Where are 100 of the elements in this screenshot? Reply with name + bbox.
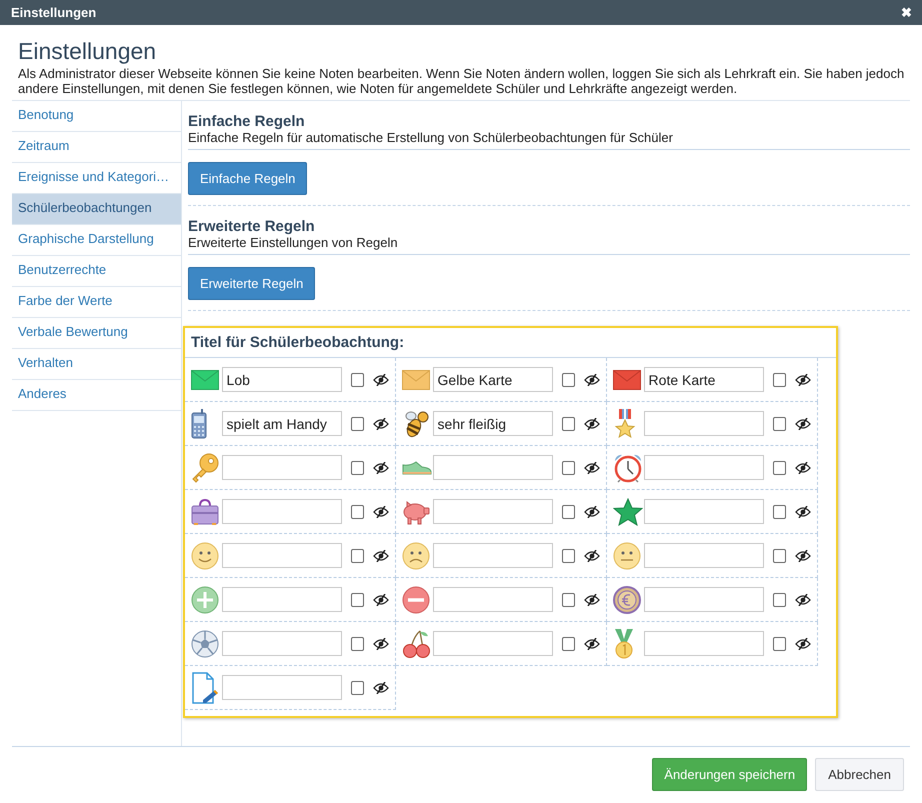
title-field[interactable]	[222, 675, 342, 700]
checkbox[interactable]	[772, 416, 786, 430]
title-field[interactable]	[644, 587, 764, 612]
section-title: Einfache Regeln	[188, 113, 306, 130]
title-field[interactable]: Gelbe Karte	[432, 367, 553, 392]
bag-icon	[191, 498, 219, 526]
star-icon	[613, 498, 643, 526]
checkbox[interactable]	[562, 372, 575, 386]
checkbox[interactable]	[772, 636, 786, 650]
title-field[interactable]	[432, 543, 553, 568]
phone-icon	[191, 408, 207, 438]
alarm-clock-icon	[613, 452, 643, 482]
title-field[interactable]	[222, 455, 342, 480]
hidden-eye-icon[interactable]	[584, 550, 600, 562]
sidebar-item[interactable]: Verbale Bewertung	[12, 318, 181, 349]
checkbox[interactable]	[562, 548, 575, 562]
checkbox[interactable]	[350, 504, 364, 518]
checkbox[interactable]	[772, 372, 786, 386]
sidebar-item[interactable]: Farbe der Werte	[12, 287, 181, 318]
pig-icon	[402, 498, 430, 524]
checkbox[interactable]	[772, 460, 786, 474]
sidebar-item[interactable]: Benutzerrechte	[12, 256, 181, 287]
window-title: Einstellungen	[11, 5, 96, 20]
checkbox[interactable]	[562, 636, 575, 650]
hidden-eye-icon[interactable]	[584, 506, 600, 518]
hidden-eye-icon[interactable]	[373, 550, 389, 562]
sidebar-item[interactable]: Graphische Darstellung	[12, 225, 181, 256]
title-field[interactable]	[644, 455, 764, 480]
plus-icon	[191, 586, 219, 614]
hidden-eye-icon[interactable]	[373, 374, 389, 386]
sidebar-item[interactable]: Schülerbeobachtungen	[12, 194, 181, 225]
medal-icon	[613, 628, 635, 658]
title-field[interactable]	[432, 499, 553, 524]
title-field[interactable]	[644, 631, 764, 656]
checkbox[interactable]	[562, 460, 575, 474]
hidden-eye-icon[interactable]	[373, 506, 389, 518]
hidden-eye-icon[interactable]	[373, 418, 389, 430]
hidden-eye-icon[interactable]	[795, 374, 811, 386]
checkbox[interactable]	[562, 504, 575, 518]
document-icon	[191, 672, 219, 704]
hidden-eye-icon[interactable]	[584, 462, 600, 474]
checkbox[interactable]	[562, 416, 575, 430]
smiley-icon	[191, 542, 219, 570]
checkbox[interactable]	[350, 680, 364, 694]
checkbox[interactable]	[350, 416, 364, 430]
hidden-eye-icon[interactable]	[795, 462, 811, 474]
hidden-eye-icon[interactable]	[795, 550, 811, 562]
title-field[interactable]	[644, 411, 764, 436]
hidden-eye-icon[interactable]	[373, 462, 389, 474]
checkbox[interactable]	[772, 592, 786, 606]
checkbox[interactable]	[350, 636, 364, 650]
title-field[interactable]: Lob	[222, 367, 342, 392]
hidden-eye-icon[interactable]	[795, 638, 811, 650]
page-title: Einstellungen	[18, 38, 158, 65]
hidden-eye-icon[interactable]	[795, 418, 811, 430]
envelope-icon	[402, 370, 430, 390]
title-field[interactable]	[432, 587, 553, 612]
title-field[interactable]	[644, 499, 764, 524]
checkbox[interactable]	[350, 548, 364, 562]
section-title: Erweiterte Regeln	[188, 218, 316, 235]
description-text: Als Administrator dieser Webseite können Sie keine Noten bearbeiten. Wenn Sie Noten ändern wollen, loggen Sie sich als Lehrkraft ein. Sie haben jedoch andere Einstellungen, mit denen Sie festlegen können, wie Noten für angemeldete Schüler und Lehrkräfte angezeigt werden.	[18, 66, 906, 96]
cancel-button[interactable]: Abbrechen	[815, 758, 904, 791]
checkbox[interactable]	[350, 592, 364, 606]
rules-button[interactable]: Einfache Regeln	[188, 162, 308, 195]
sidebar-item[interactable]: Verhalten	[12, 349, 181, 380]
save-button[interactable]: Änderungen speichern	[652, 758, 808, 791]
title-field[interactable]	[222, 631, 342, 656]
title-field[interactable]: spielt am Handy	[222, 411, 342, 436]
sidebar-item[interactable]: Benotung	[12, 101, 181, 132]
sidebar-item[interactable]: Zeitraum	[12, 132, 181, 163]
checkbox[interactable]	[350, 372, 364, 386]
rules-button[interactable]: Erweiterte Regeln	[188, 267, 316, 300]
title-field[interactable]	[222, 543, 342, 568]
title-field[interactable]: sehr fleißig	[432, 411, 553, 436]
hidden-eye-icon[interactable]	[795, 594, 811, 606]
panel-title: Titel für Schülerbeobachtung:	[185, 328, 836, 358]
hidden-eye-icon[interactable]	[584, 594, 600, 606]
envelope-icon	[191, 370, 219, 390]
checkbox[interactable]	[772, 548, 786, 562]
envelope-icon	[613, 370, 641, 390]
key-icon	[191, 452, 219, 482]
hidden-eye-icon[interactable]	[584, 418, 600, 430]
hidden-eye-icon[interactable]	[795, 506, 811, 518]
hidden-eye-icon[interactable]	[584, 638, 600, 650]
hidden-eye-icon[interactable]	[373, 594, 389, 606]
hidden-eye-icon[interactable]	[373, 638, 389, 650]
title-field[interactable]: Rote Karte	[644, 367, 764, 392]
close-button[interactable]: ✖	[901, 5, 912, 20]
hidden-eye-icon[interactable]	[373, 682, 389, 694]
coin-icon	[613, 586, 641, 614]
checkbox[interactable]	[350, 460, 364, 474]
hidden-eye-icon[interactable]	[584, 374, 600, 386]
title-field[interactable]	[644, 543, 764, 568]
sidebar-item[interactable]: Anderes	[12, 380, 181, 411]
title-field[interactable]	[222, 587, 342, 612]
checkbox[interactable]	[772, 504, 786, 518]
title-field[interactable]	[432, 631, 553, 656]
checkbox[interactable]	[562, 592, 575, 606]
title-field[interactable]	[432, 455, 553, 480]
title-field[interactable]	[222, 499, 342, 524]
